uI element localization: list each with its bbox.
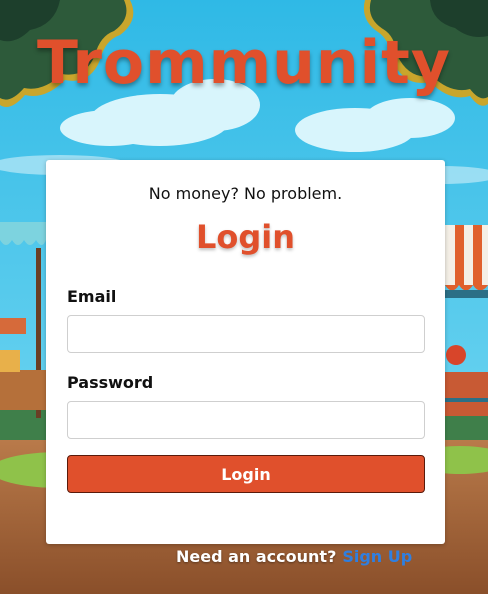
login-card: No money? No problem. Login Email Passwo…	[46, 160, 445, 544]
signup-link[interactable]: Sign Up	[342, 547, 412, 566]
app-logo-title: Trommunity	[37, 28, 451, 98]
signup-prompt: Need an account? Sign Up	[176, 547, 412, 566]
signup-prompt-text: Need an account?	[176, 547, 337, 566]
email-label: Email	[67, 287, 117, 306]
password-label: Password	[67, 373, 154, 392]
login-button[interactable]: Login	[67, 455, 425, 493]
email-field[interactable]	[67, 315, 425, 353]
tagline: No money? No problem.	[148, 184, 343, 203]
login-heading: Login	[195, 218, 296, 256]
password-field[interactable]	[67, 401, 425, 439]
